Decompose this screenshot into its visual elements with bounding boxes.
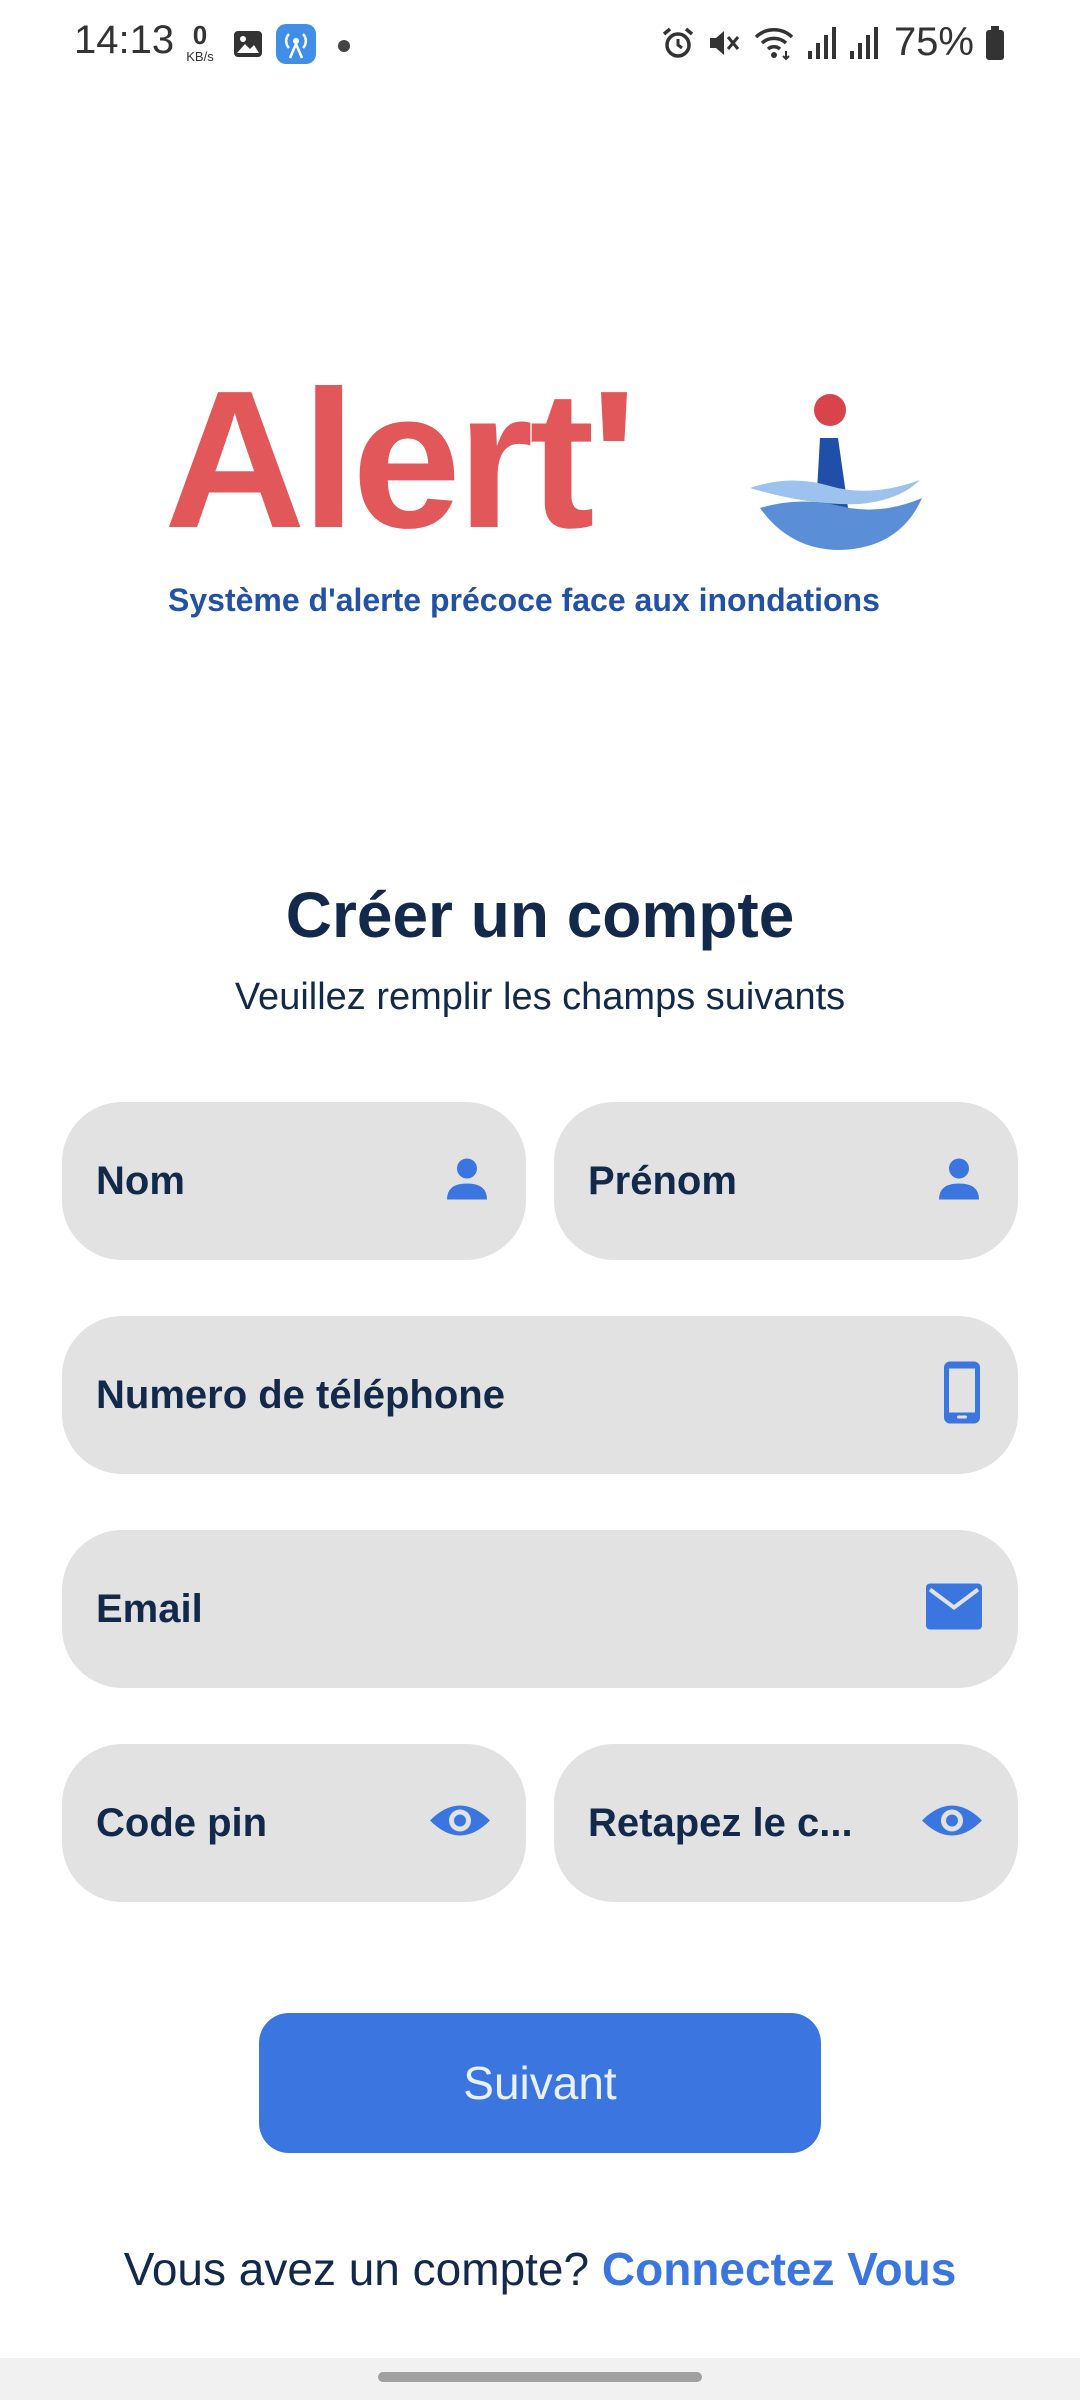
mute-icon [706,25,742,61]
signal-icon [806,25,838,61]
phone-number-field[interactable]: Numero de téléphone [62,1316,1018,1474]
wifi-icon [752,25,796,61]
confirm-pin-field[interactable]: Retapez le c... [554,1744,1018,1902]
eye-icon[interactable] [428,1801,492,1846]
eye-icon[interactable] [920,1801,984,1846]
first-name-field[interactable]: Prénom [554,1102,1018,1260]
email-field[interactable]: Email [62,1530,1018,1688]
last-name-placeholder: Nom [96,1159,185,1203]
gallery-icon [232,28,264,65]
navigation-bar [0,2358,1080,2400]
phone-number-placeholder: Numero de téléphone [96,1373,505,1417]
pin-code-field[interactable]: Code pin [62,1744,526,1902]
status-time: 14:13 [74,18,175,62]
has-account-text: Vous avez un compte? [123,2243,590,2295]
page-subtitle: Veuillez remplir les champs suivants [234,976,846,1018]
status-icons: 75% [660,20,1006,65]
pin-code-placeholder: Code pin [96,1801,268,1845]
person-icon [934,1154,984,1209]
radio-app-icon [276,24,316,64]
first-name-placeholder: Prénom [588,1159,737,1203]
mail-icon [924,1582,984,1637]
logo-wordmark: Alert' [164,350,637,569]
page-title: Créer un compte [285,879,795,951]
status-bar: 14:13 0 KB/s 75% [0,0,1080,90]
person-icon [442,1154,492,1209]
smartphone-icon [940,1360,984,1431]
battery-percent: 75% [893,20,974,64]
network-speed-value: 0 [192,20,208,50]
next-button[interactable]: Suivant [259,2013,821,2153]
network-speed: 0 KB/s [182,22,218,63]
network-speed-unit: KB/s [186,49,214,64]
email-placeholder: Email [96,1587,203,1631]
notification-dot-icon [338,40,350,52]
app-logo: Alert' Système d'alerte précoce face aux… [160,362,940,630]
home-indicator[interactable] [378,2372,702,2382]
alarm-icon [660,25,696,61]
flood-buoy-icon [750,388,930,563]
login-prompt: Vous avez un compte? Connectez Vous [0,2242,1080,2296]
battery-icon [984,25,1006,61]
signal-icon [848,25,880,61]
login-link[interactable]: Connectez Vous [602,2243,956,2295]
last-name-field[interactable]: Nom [62,1102,526,1260]
logo-tagline: Système d'alerte précoce face aux inonda… [168,582,880,618]
confirm-pin-placeholder: Retapez le c... [588,1801,853,1845]
